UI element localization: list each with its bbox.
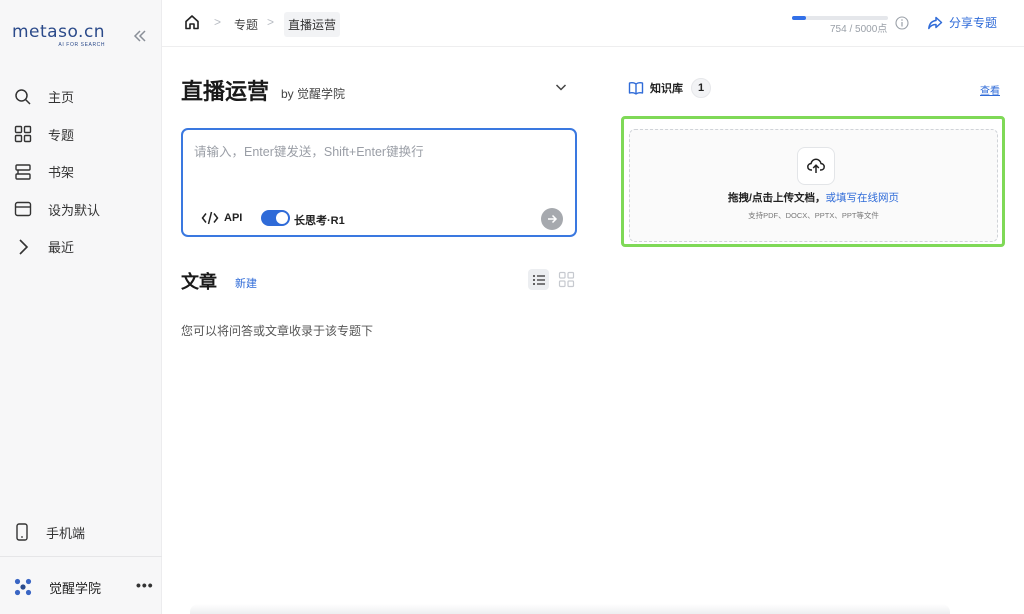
divider (0, 556, 162, 557)
sidebar-item-home[interactable]: 主页 (0, 78, 162, 116)
list-view-button[interactable] (528, 269, 549, 290)
upload-instructions: 拖拽/点击上传文档，或填写在线网页 (630, 190, 997, 205)
breadcrumb-separator: > (214, 15, 222, 29)
sidebar-item-bookshelf[interactable]: 书架 (0, 153, 162, 191)
search-icon (15, 89, 31, 105)
phone-icon (16, 523, 28, 541)
toggle-knob (276, 212, 288, 224)
upload-icon (797, 147, 835, 185)
chevron-right-icon (19, 239, 29, 255)
sidebar-item-set-default[interactable]: 设为默认 (0, 191, 162, 229)
question-input[interactable] (194, 141, 564, 201)
info-icon[interactable] (895, 16, 909, 30)
upload-dropzone[interactable]: 拖拽/点击上传文档，或填写在线网页 支持PDF、DOCX、PPTX、PPT等文件 (629, 129, 998, 242)
sidebar: metaso.cn AI FOR SEARCH 主页 专题 书架 设为默认 最近… (0, 0, 162, 614)
knowledge-base-view-link[interactable]: 查看 (980, 82, 1000, 97)
sidebar-item-label: 书架 (48, 165, 75, 181)
page-title: 直播运营 (181, 79, 270, 104)
articles-heading: 文章 (181, 272, 217, 292)
sidebar-item-label: 主页 (48, 90, 75, 106)
knowledge-base-header: 知识库 1 (628, 78, 711, 98)
list-icon (532, 274, 545, 285)
articles-empty-state: 您可以将问答或文章收录于该专题下 (181, 324, 374, 338)
upload-hint: 支持PDF、DOCX、PPTX、PPT等文件 (748, 211, 879, 220)
share-topic-button[interactable]: 分享专题 (927, 14, 997, 31)
share-label: 分享专题 (949, 16, 998, 30)
grid-icon (14, 126, 32, 143)
api-label: API (224, 212, 243, 224)
more-options-icon[interactable]: ••• (136, 578, 154, 596)
api-button[interactable]: API (201, 210, 242, 226)
bottom-edge (190, 604, 950, 614)
sidebar-item-label: 最近 (48, 240, 75, 256)
sidebar-item-mobile[interactable]: 手机端 (0, 518, 162, 546)
bookshelf-icon (15, 164, 31, 180)
logo-text: metaso.cn (12, 22, 106, 42)
top-bar: > 专题 > 直播运营 754 / 5000点 分享专题 (162, 0, 1024, 47)
logo-tagline: AI FOR SEARCH (58, 42, 106, 48)
sidebar-item-label: 专题 (48, 127, 75, 143)
book-icon (628, 82, 644, 95)
user-name: 觉醒学院 (49, 580, 102, 596)
user-profile[interactable]: 觉醒学院 ••• (0, 572, 162, 602)
breadcrumb-topics[interactable]: 专题 (234, 16, 258, 33)
upload-highlight: 拖拽/点击上传文档，或填写在线网页 支持PDF、DOCX、PPTX、PPT等文件 (621, 116, 1005, 247)
knowledge-base-count: 1 (691, 78, 711, 98)
breadcrumb-separator: > (267, 15, 275, 29)
share-icon (928, 16, 943, 29)
quota-progress-fill (792, 16, 807, 20)
home-icon[interactable] (184, 14, 200, 30)
quota-text: 754 / 5000点 (830, 24, 888, 35)
knowledge-base-title: 知识库 (650, 83, 683, 95)
sidebar-item-topics[interactable]: 专题 (0, 116, 162, 154)
long-thinking-toggle[interactable] (261, 210, 290, 226)
chevron-down-icon[interactable] (554, 80, 568, 94)
window-icon (14, 202, 32, 217)
sidebar-item-label: 手机端 (46, 525, 86, 541)
question-composer: API 长思考·R1 (181, 128, 577, 237)
sidebar-nav: 主页 专题 书架 设为默认 最近 (0, 78, 162, 266)
sidebar-item-label: 设为默认 (48, 202, 101, 218)
breadcrumb-current: 直播运营 (284, 12, 341, 37)
send-button[interactable] (541, 208, 563, 230)
code-icon (201, 211, 219, 225)
topic-author: by 觉醒学院 (281, 87, 346, 101)
online-webpage-link[interactable]: 或填写在线网页 (825, 192, 899, 204)
logo[interactable]: metaso.cn AI FOR SEARCH (12, 22, 105, 48)
new-article-link[interactable]: 新建 (235, 275, 257, 291)
avatar (14, 578, 32, 596)
long-thinking-label: 长思考·R1 (294, 215, 345, 227)
collapse-sidebar-icon[interactable] (132, 28, 148, 44)
grid-view-icon[interactable] (558, 271, 575, 288)
sidebar-item-recent[interactable]: 最近 (0, 228, 162, 266)
arrow-right-icon (548, 214, 558, 224)
upload-main-text: 拖拽/点击上传文档， (728, 192, 826, 204)
